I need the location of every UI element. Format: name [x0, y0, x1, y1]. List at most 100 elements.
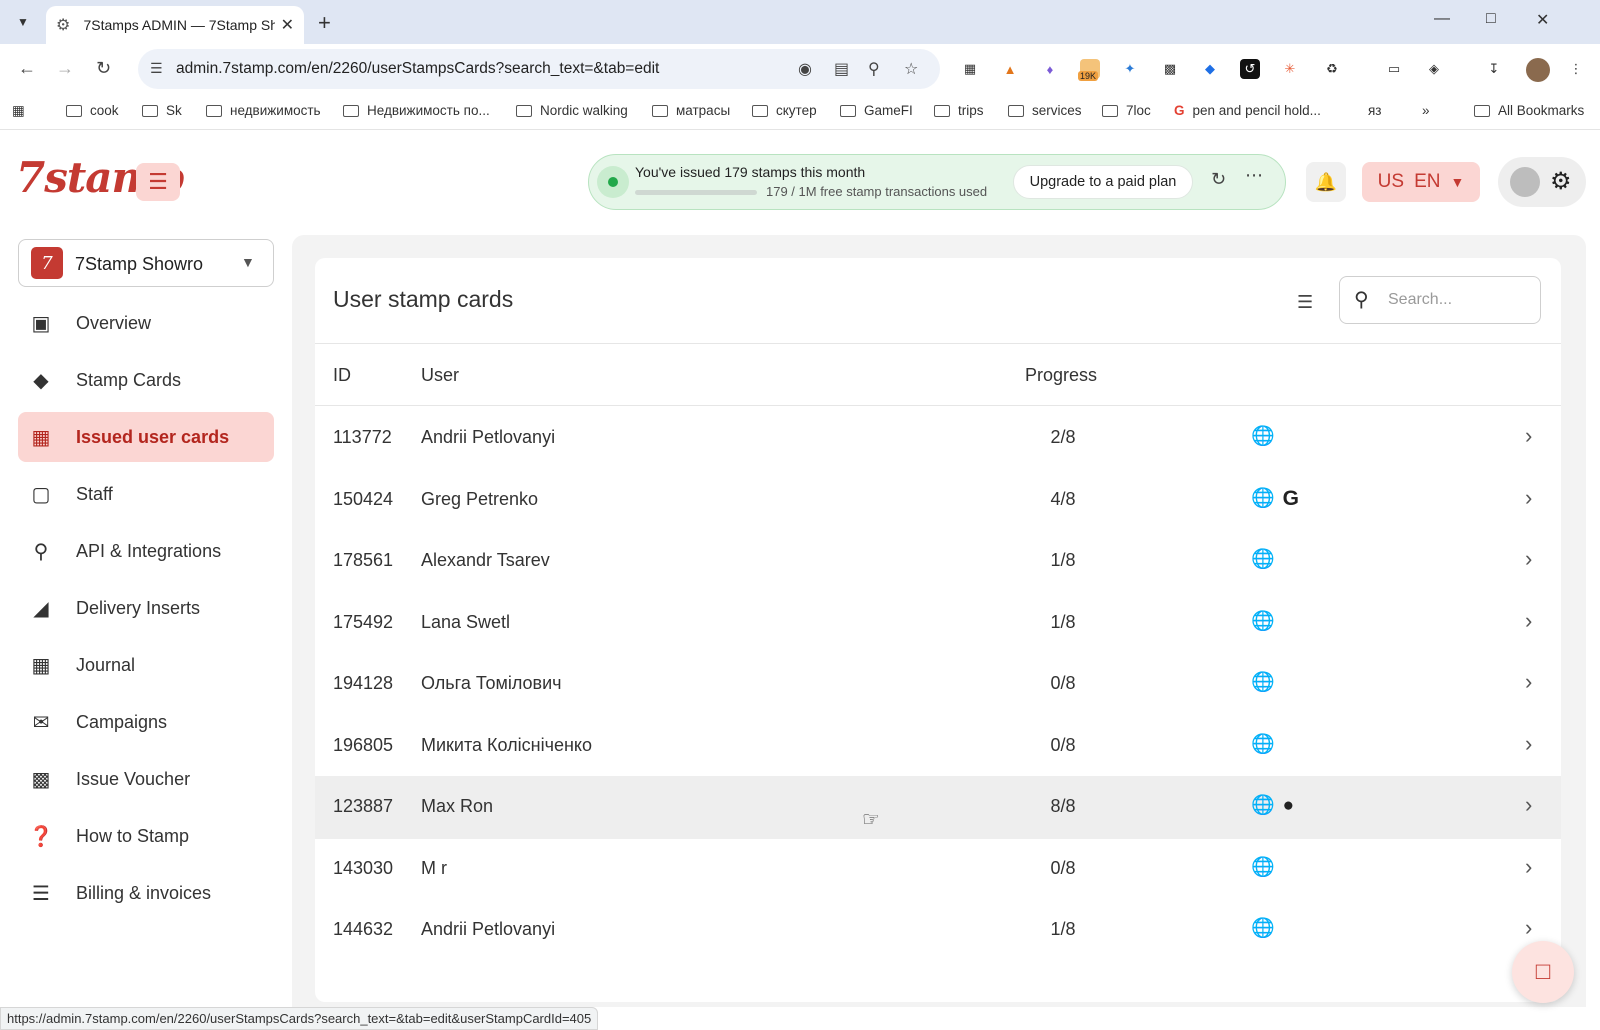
chevron-right-icon[interactable]: › — [1525, 608, 1532, 634]
window-close-icon[interactable]: ✕ — [1536, 10, 1549, 30]
table-row[interactable]: 194128 Ольга Томілович 0/8 🌐 › — [315, 653, 1561, 716]
all-bookmarks-folder[interactable]: All Bookmarks — [1474, 103, 1584, 118]
table-row[interactable]: 144632 Andrii Petlovanyi 1/8 🌐 › — [315, 899, 1561, 962]
back-icon[interactable]: ← — [18, 58, 36, 79]
search-input[interactable] — [1388, 289, 1528, 311]
sidebar-item-delivery-inserts[interactable]: ◢ Delivery Inserts — [18, 583, 274, 633]
chevron-right-icon[interactable]: › — [1525, 669, 1532, 695]
sidebar-item-issued-user-cards[interactable]: ▦ Issued user cards — [18, 412, 274, 462]
platform-icons: 🌐 — [1251, 549, 1275, 571]
bookmark-link[interactable]: яз — [1368, 103, 1382, 118]
chevron-right-icon[interactable]: › — [1525, 792, 1532, 818]
notifications-button[interactable]: 🔔 — [1306, 162, 1346, 202]
cast-icon[interactable]: ▭ — [1384, 59, 1404, 79]
sync-extension-icon[interactable]: ↺ — [1240, 59, 1260, 79]
sun-extension-icon[interactable]: ✳ — [1280, 59, 1300, 79]
qr-extension-icon[interactable]: ▦ — [960, 59, 980, 79]
platform-icons: 🌐 ● — [1251, 795, 1294, 817]
menu-toggle-button[interactable]: ☰ — [136, 163, 180, 201]
sidebar-item-api-integrations[interactable]: ⚲ API & Integrations — [18, 526, 274, 576]
sidebar-item-issue-voucher[interactable]: ▩ Issue Voucher — [18, 754, 274, 804]
sidebar-item-campaigns[interactable]: ✉ Campaigns — [18, 697, 274, 747]
bookmark-folder[interactable]: матрасы — [652, 103, 730, 118]
url-text[interactable]: admin.7stamp.com/en/2260/userStampsCards… — [176, 60, 659, 78]
apps-grid-icon[interactable]: ▦ — [12, 103, 25, 119]
business-selector[interactable]: 7 7Stamp Showro ▼ — [18, 239, 274, 287]
close-icon[interactable]: ✕ — [281, 15, 294, 35]
screenshot-icon[interactable]: ◈ — [1424, 59, 1444, 79]
globe-icon: 🌐 — [1251, 426, 1275, 447]
column-header-progress[interactable]: Progress — [1025, 365, 1097, 386]
bookmark-folder[interactable]: 7loc — [1102, 103, 1151, 118]
site-info-icon[interactable]: ☰ — [150, 60, 163, 77]
language-selector[interactable]: US EN ▼ — [1362, 162, 1480, 202]
chevron-right-icon[interactable]: › — [1525, 423, 1532, 449]
sidebar-item-stamp-cards[interactable]: ◆ Stamp Cards — [18, 355, 274, 405]
address-bar[interactable]: ☰ admin.7stamp.com/en/2260/userStampsCar… — [138, 49, 940, 89]
row-progress: 2/8 — [1050, 427, 1076, 447]
network-extension-icon[interactable]: ✦ — [1120, 59, 1140, 79]
reload-icon[interactable]: ↻ — [96, 58, 111, 79]
search-field[interactable]: ⚲ — [1339, 276, 1541, 324]
sidebar-item-staff[interactable]: ▢ Staff — [18, 469, 274, 519]
bookmark-folder[interactable]: cook — [66, 103, 119, 118]
bookmark-folder[interactable]: Nordic walking — [516, 103, 628, 118]
table-row[interactable]: 178561 Alexandr Tsarev 1/8 🌐 › — [315, 530, 1561, 593]
chevron-right-icon[interactable]: › — [1525, 854, 1532, 880]
filter-icon[interactable]: ☰ — [1297, 292, 1313, 313]
tab-search-icon[interactable]: ▼ — [8, 8, 38, 36]
diamond-extension-icon[interactable]: ♦ — [1040, 59, 1060, 79]
bookmark-folder[interactable]: GameFI — [840, 103, 913, 118]
help-icon: ❓ — [28, 825, 54, 848]
bookmark-folder[interactable]: Недвижимость по... — [343, 103, 490, 118]
maximize-icon[interactable]: □ — [1486, 10, 1496, 28]
table-row[interactable]: 150424 Greg Petrenko 4/8 🌐 G › — [315, 469, 1561, 532]
table-row[interactable]: 123887 Max Ron 8/8 🌐 ● › — [315, 776, 1561, 839]
chevron-right-icon[interactable]: › — [1525, 915, 1532, 941]
browser-tab-active[interactable]: ⚙ 7Stamps ADMIN — 7Stamp Sho ✕ — [46, 6, 304, 44]
more-bookmarks-icon[interactable]: » — [1422, 103, 1430, 118]
password-key-icon[interactable]: ⚲ — [868, 59, 880, 79]
refresh-icon[interactable]: ↻ — [1211, 169, 1226, 190]
puzzle-extensions-icon[interactable]: ♻ — [1322, 59, 1342, 79]
chevron-right-icon[interactable]: › — [1525, 731, 1532, 757]
column-header-id[interactable]: ID — [333, 365, 351, 386]
tag-extension-icon[interactable]: ◆ — [1200, 59, 1220, 79]
account-menu-button[interactable]: ⚙ — [1498, 157, 1586, 207]
chevron-right-icon[interactable]: › — [1525, 485, 1532, 511]
bookmark-folder[interactable]: Sk — [142, 103, 182, 118]
location-icon[interactable]: ◉ — [798, 59, 812, 79]
column-header-user[interactable]: User — [421, 365, 459, 386]
row-id: 144632 — [333, 919, 394, 939]
browser-menu-icon[interactable]: ⋮ — [1566, 59, 1586, 79]
bookmark-link[interactable]: Gpen and pencil hold... — [1174, 103, 1321, 118]
download-icon[interactable]: ↧ — [1484, 59, 1504, 79]
bookmark-folder[interactable]: недвижимость — [206, 103, 321, 118]
usage-headline: You've issued 179 stamps this month — [635, 164, 866, 180]
upgrade-plan-button[interactable]: Upgrade to a paid plan — [1013, 165, 1193, 199]
table-row[interactable]: 196805 Микита Колісніченко 0/8 🌐 › — [315, 715, 1561, 778]
forward-icon[interactable]: → — [56, 58, 74, 79]
clipboard-icon[interactable]: ▤ — [834, 59, 849, 79]
bookmark-folder[interactable]: services — [1008, 103, 1082, 118]
fox-extension-icon[interactable]: ▲ — [1000, 59, 1020, 79]
table-row[interactable]: 175492 Lana Swetl 1/8 🌐 › — [315, 592, 1561, 655]
chevron-right-icon[interactable]: › — [1525, 546, 1532, 572]
bookmark-folder[interactable]: скутер — [752, 103, 817, 118]
sidebar-item-overview[interactable]: ▣ Overview — [18, 298, 274, 348]
chat-button[interactable]: □ — [1512, 941, 1574, 1003]
table-row[interactable]: 113772 Andrii Petlovanyi 2/8 🌐 › — [315, 407, 1561, 470]
table-row[interactable]: 143030 M r 0/8 🌐 › — [315, 838, 1561, 901]
profile-avatar[interactable] — [1526, 58, 1550, 82]
sidebar-item-journal[interactable]: ▦ Journal — [18, 640, 274, 690]
sidebar-item-billing-invoices[interactable]: ☰ Billing & invoices — [18, 868, 274, 918]
row-id: 194128 — [333, 673, 394, 693]
new-tab-icon[interactable]: + — [318, 10, 331, 36]
minimize-icon[interactable]: — — [1434, 10, 1450, 28]
badge-extension-icon[interactable]: 19K — [1078, 59, 1100, 81]
more-options-icon[interactable]: ⋯ — [1245, 165, 1264, 186]
bookmark-folder[interactable]: trips — [934, 103, 984, 118]
bookmark-star-icon[interactable]: ☆ — [904, 59, 918, 79]
sidebar-item-how-to-stamp[interactable]: ❓ How to Stamp — [18, 811, 274, 861]
grid-extension-icon[interactable]: ▩ — [1160, 59, 1180, 79]
